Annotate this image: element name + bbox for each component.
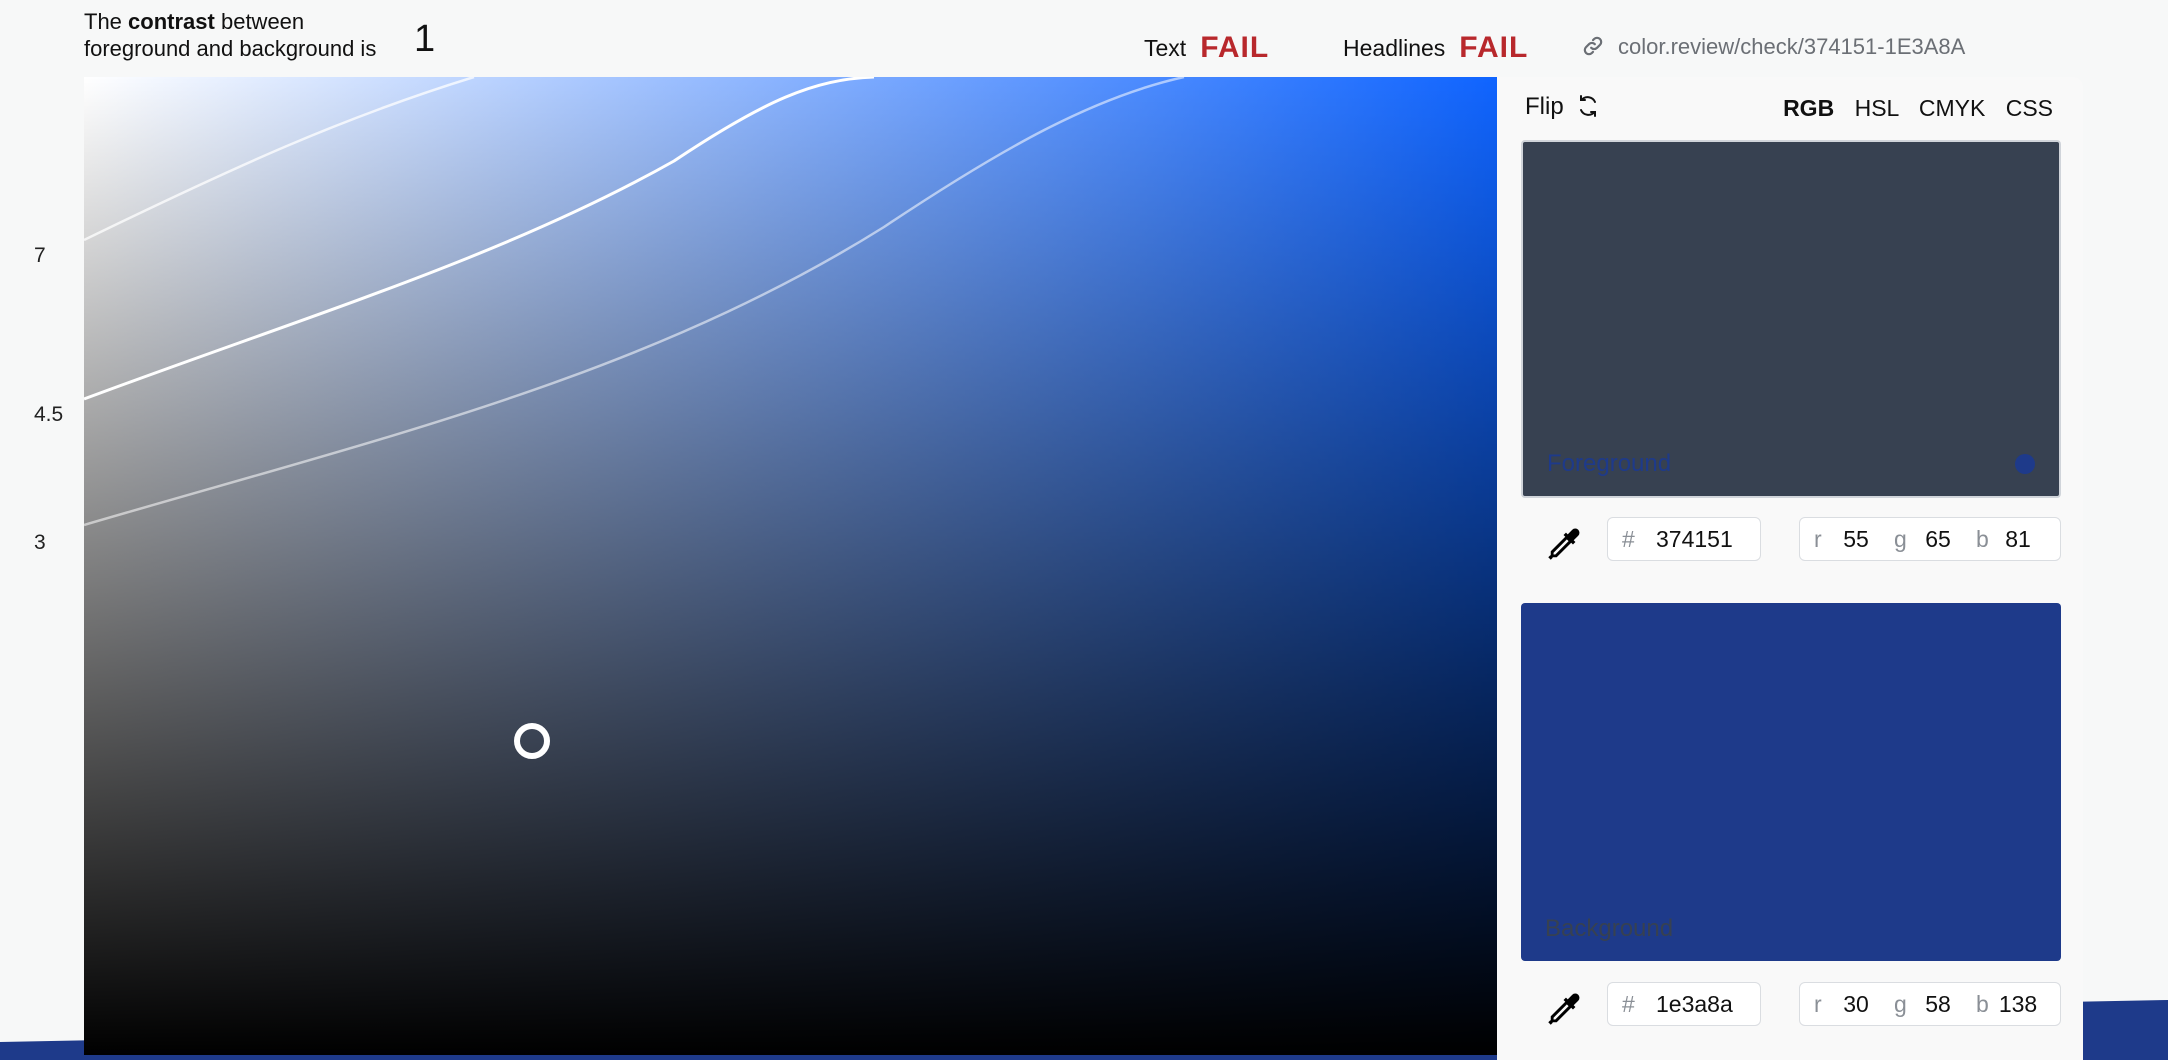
link-icon	[1582, 34, 1604, 56]
share-url: color.review/check/374151-1E3A8A	[1618, 34, 1966, 59]
background-r-input[interactable]	[1836, 983, 1876, 1025]
hash-prefix: #	[1622, 991, 1635, 1017]
tab-cmyk[interactable]: CMYK	[1919, 95, 1985, 121]
tab-rgb[interactable]: RGB	[1783, 95, 1834, 121]
foreground-hex-input[interactable]	[1656, 518, 1752, 560]
eyedropper-icon[interactable]	[1542, 988, 1584, 1032]
contrast-statement: The contrast between foreground and back…	[84, 8, 376, 62]
foreground-controls: # r g b	[1497, 517, 2083, 565]
flip-button[interactable]: Flip	[1525, 93, 1600, 121]
r-channel-label: r	[1814, 991, 1822, 1017]
g-channel-label: g	[1894, 991, 1907, 1017]
contrast-contours	[84, 77, 1185, 527]
statement-bold: contrast	[128, 9, 215, 34]
flip-label: Flip	[1525, 93, 1564, 120]
hash-prefix: #	[1622, 526, 1635, 552]
statement-prefix: The	[84, 9, 122, 34]
statement-line2: foreground and background is	[84, 36, 377, 61]
b-channel-label: b	[1976, 526, 1989, 552]
background-label: Background	[1545, 915, 1674, 942]
background-swatch[interactable]: Background	[1521, 603, 2061, 961]
foreground-rgb-fields: r g b	[1799, 517, 2061, 561]
background-g-input[interactable]	[1918, 983, 1958, 1025]
background-controls: # r g b	[1497, 982, 2083, 1030]
tab-hsl[interactable]: HSL	[1855, 95, 1899, 121]
active-indicator-dot	[2015, 454, 2035, 474]
headlines-rating-status: FAIL	[1459, 30, 1529, 64]
eyedropper-icon[interactable]	[1542, 523, 1584, 567]
text-rating-label: Text	[1144, 34, 1187, 61]
background-rgb-fields: r g b	[1799, 982, 2061, 1026]
background-hex-field: #	[1607, 982, 1761, 1026]
statement-suffix: between	[220, 9, 305, 34]
headlines-rating: Headlines FAIL	[1343, 28, 1528, 66]
tab-css[interactable]: CSS	[2006, 95, 2053, 121]
contrast-ratio-value: 1	[414, 18, 436, 60]
foreground-hex-field: #	[1607, 517, 1761, 561]
background-hex-input[interactable]	[1656, 983, 1752, 1025]
ratio-tick-4-5: 4.5	[34, 403, 64, 426]
headlines-rating-label: Headlines	[1343, 34, 1446, 61]
ratio-tick-3: 3	[34, 531, 46, 554]
r-channel-label: r	[1814, 526, 1822, 552]
foreground-label: Foreground	[1547, 450, 1672, 477]
color-picker-area[interactable]	[84, 77, 1497, 1055]
foreground-b-input[interactable]	[1998, 518, 2038, 560]
text-rating: Text FAIL	[1144, 28, 1269, 66]
color-panel: Flip RGB HSL CMYK CSS Foreground # 37415…	[1497, 77, 2083, 1060]
foreground-swatch[interactable]: Foreground	[1521, 140, 2061, 498]
foreground-r-input[interactable]	[1836, 518, 1876, 560]
contour-line-3	[84, 77, 1185, 527]
g-channel-label: g	[1894, 526, 1907, 552]
color-mode-tabs: RGB HSL CMYK CSS	[1769, 95, 2053, 122]
share-link[interactable]: color.review/check/374151-1E3A8A	[1582, 31, 1965, 63]
text-rating-status: FAIL	[1200, 30, 1270, 64]
contour-line-7	[84, 77, 475, 242]
picker-handle[interactable]	[514, 723, 550, 759]
ratio-tick-7: 7	[34, 244, 46, 267]
background-b-input[interactable]	[1998, 983, 2038, 1025]
b-channel-label: b	[1976, 991, 1989, 1017]
contour-line-4-5	[84, 77, 875, 401]
refresh-icon	[1576, 94, 1600, 118]
foreground-g-input[interactable]	[1918, 518, 1958, 560]
